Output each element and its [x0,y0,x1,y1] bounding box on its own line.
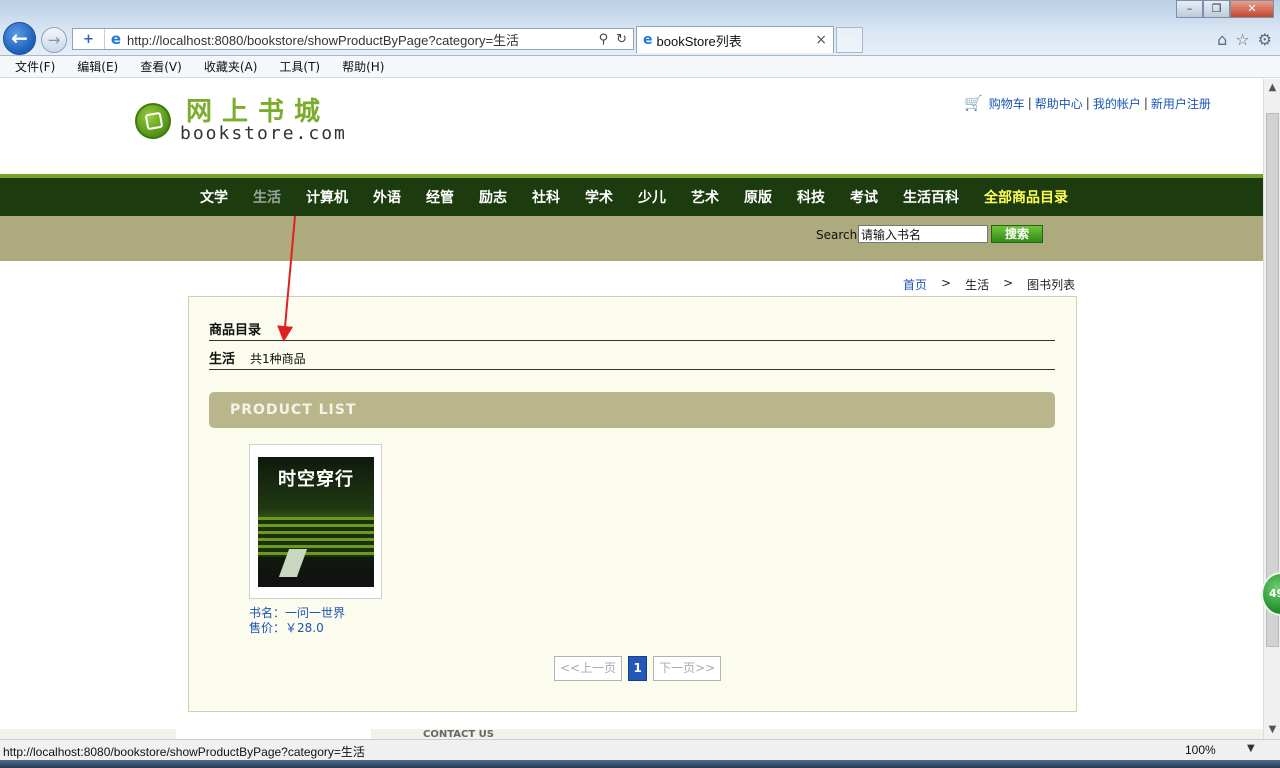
logo-book-icon[interactable] [135,103,171,139]
catalog-heading: 商品目录 [209,323,262,338]
prev-page-button[interactable]: <<上一页 [554,656,623,681]
breadcrumb: 首页 > 生活 > 图书列表 [903,276,1075,293]
close-window-button[interactable]: ✕ [1230,0,1274,18]
cover-art [258,517,374,557]
scroll-thumb[interactable] [1266,113,1279,647]
nav-children[interactable]: 少儿 [637,187,667,207]
link-my-account[interactable]: 我的帐户 [1093,95,1141,112]
nav-literature[interactable]: 文学 [199,187,229,207]
ie-page-icon: e [110,30,122,48]
product-catalog-panel: 商品目录 生活 共1种商品 PRODUCT LIST 时空穿行 书名：一问一世界… [188,296,1077,712]
nav-all-products[interactable]: 全部商品目录 [983,187,1069,207]
book-cover-image[interactable]: 时空穿行 [258,457,374,587]
nav-technology[interactable]: 科技 [796,187,826,207]
scroll-up-icon[interactable]: ▲ [1264,79,1280,96]
back-button[interactable]: ← [3,22,36,55]
menu-edit[interactable]: 编辑(E) [74,58,121,75]
settings-gear-icon[interactable]: ⚙ [1258,30,1272,49]
nav-life[interactable]: 生活 [252,187,282,207]
status-url: http://localhost:8080/bookstore/showProd… [3,745,365,759]
product-image-frame[interactable]: 时空穿行 [249,444,382,599]
link-separator: | [1085,96,1090,110]
zoom-dropdown-icon[interactable]: ▼ [1247,743,1255,754]
search-input[interactable] [858,225,988,243]
nav-original[interactable]: 原版 [743,187,773,207]
new-tab-button[interactable] [836,27,863,53]
pagination: <<上一页 1 下一页>> [554,656,722,681]
nav-academic[interactable]: 学术 [584,187,614,207]
search-button[interactable]: 搜索 [991,225,1043,243]
nav-art[interactable]: 艺术 [690,187,720,207]
forward-arrow-icon: → [47,31,61,49]
status-bar: http://localhost:8080/bookstore/showProd… [0,739,1280,760]
back-arrow-icon: ← [11,26,28,50]
nav-life-encyclopedia[interactable]: 生活百科 [902,187,960,207]
breadcrumb-category: 生活 [965,278,990,292]
menu-favorites[interactable]: 收藏夹(A) [201,58,261,75]
breadcrumb-home[interactable]: 首页 [903,276,927,293]
link-cart[interactable]: 购物车 [989,95,1025,112]
taskbar [0,760,1280,768]
zoom-level[interactable]: 100% [1185,743,1216,757]
link-separator: | [1027,96,1032,110]
top-links: 🛒 购物车 | 帮助中心 | 我的帐户 | 新用户注册 [964,94,1211,112]
product-list-title: PRODUCT LIST [230,402,357,418]
logo-english-text[interactable]: bookstore.com [180,123,347,144]
breadcrumb-separator: > [941,276,952,290]
link-help-center[interactable]: 帮助中心 [1035,95,1083,112]
category-name: 生活 [209,352,236,367]
link-register[interactable]: 新用户注册 [1151,95,1211,112]
home-icon[interactable]: ⌂ [1217,30,1227,49]
link-separator: | [1143,96,1148,110]
menu-file[interactable]: 文件(F) [12,58,58,75]
breadcrumb-current: 图书列表 [1027,278,1076,292]
maximize-button[interactable]: ❐ [1203,0,1230,18]
search-label: Search [816,228,858,242]
book-cover-title: 时空穿行 [278,469,354,490]
nav-social-science[interactable]: 社科 [531,187,561,207]
page-viewport: 网上书城 bookstore.com 🛒 购物车 | 帮助中心 | 我的帐户 |… [0,79,1263,739]
footer-logo [176,729,371,739]
menu-tools[interactable]: 工具(T) [276,58,323,75]
menu-view[interactable]: 查看(V) [137,58,185,75]
tab-close-icon[interactable]: × [815,32,827,48]
vertical-scrollbar[interactable]: ▲ ▼ [1263,79,1280,739]
site-header: 网上书城 bookstore.com 🛒 购物车 | 帮助中心 | 我的帐户 |… [0,79,1263,174]
forward-button[interactable]: → [41,27,67,53]
product-price: 售价：￥28.0 [249,621,324,635]
breadcrumb-separator: > [1003,276,1014,290]
browser-tab[interactable]: e bookStore列表 × [636,26,834,53]
next-page-button[interactable]: 下一页>> [653,656,722,681]
category-count: 共1种商品 [250,352,306,366]
scroll-down-icon[interactable]: ▼ [1264,721,1280,738]
nav-foreign-language[interactable]: 外语 [372,187,402,207]
menu-bar: 文件(F) 编辑(E) 查看(V) 收藏夹(A) 工具(T) 帮助(H) [0,56,1280,78]
product-list-header: PRODUCT LIST [209,392,1055,428]
search-icon[interactable]: ⚲ [599,32,609,47]
compat-view-icon[interactable]: + [73,29,105,49]
nav-management[interactable]: 经管 [425,187,455,207]
menu-help[interactable]: 帮助(H) [339,58,387,75]
address-bar[interactable]: + e http://localhost:8080/bookstore/show… [72,28,634,50]
refresh-icon[interactable]: ↻ [616,32,627,47]
nav-computer[interactable]: 计算机 [305,187,349,207]
minimize-button[interactable]: – [1176,0,1203,18]
current-page-number[interactable]: 1 [628,656,648,681]
search-bar: Search 搜索 [0,216,1263,261]
footer-contact-heading: CONTACT US [423,730,494,739]
ie-tab-icon: e [643,32,653,48]
tab-title: bookStore列表 [656,33,742,49]
window-controls: – ❐ ✕ [1176,0,1274,18]
nav-exam[interactable]: 考试 [849,187,879,207]
divider [209,340,1055,341]
nav-inspiration[interactable]: 励志 [478,187,508,207]
shopping-cart-icon[interactable]: 🛒 [964,94,983,112]
browser-tools: ⌂ ☆ ⚙ [1217,30,1272,49]
category-nav: 文学 生活 计算机 外语 经管 励志 社科 学术 少儿 艺术 原版 科技 考试 … [0,174,1263,216]
favorites-star-icon[interactable]: ☆ [1235,30,1249,49]
browser-chrome: ← → + e http://localhost:8080/bookstore/… [0,0,1280,56]
divider [209,369,1055,370]
address-url[interactable]: http://localhost:8080/bookstore/showProd… [127,30,599,49]
